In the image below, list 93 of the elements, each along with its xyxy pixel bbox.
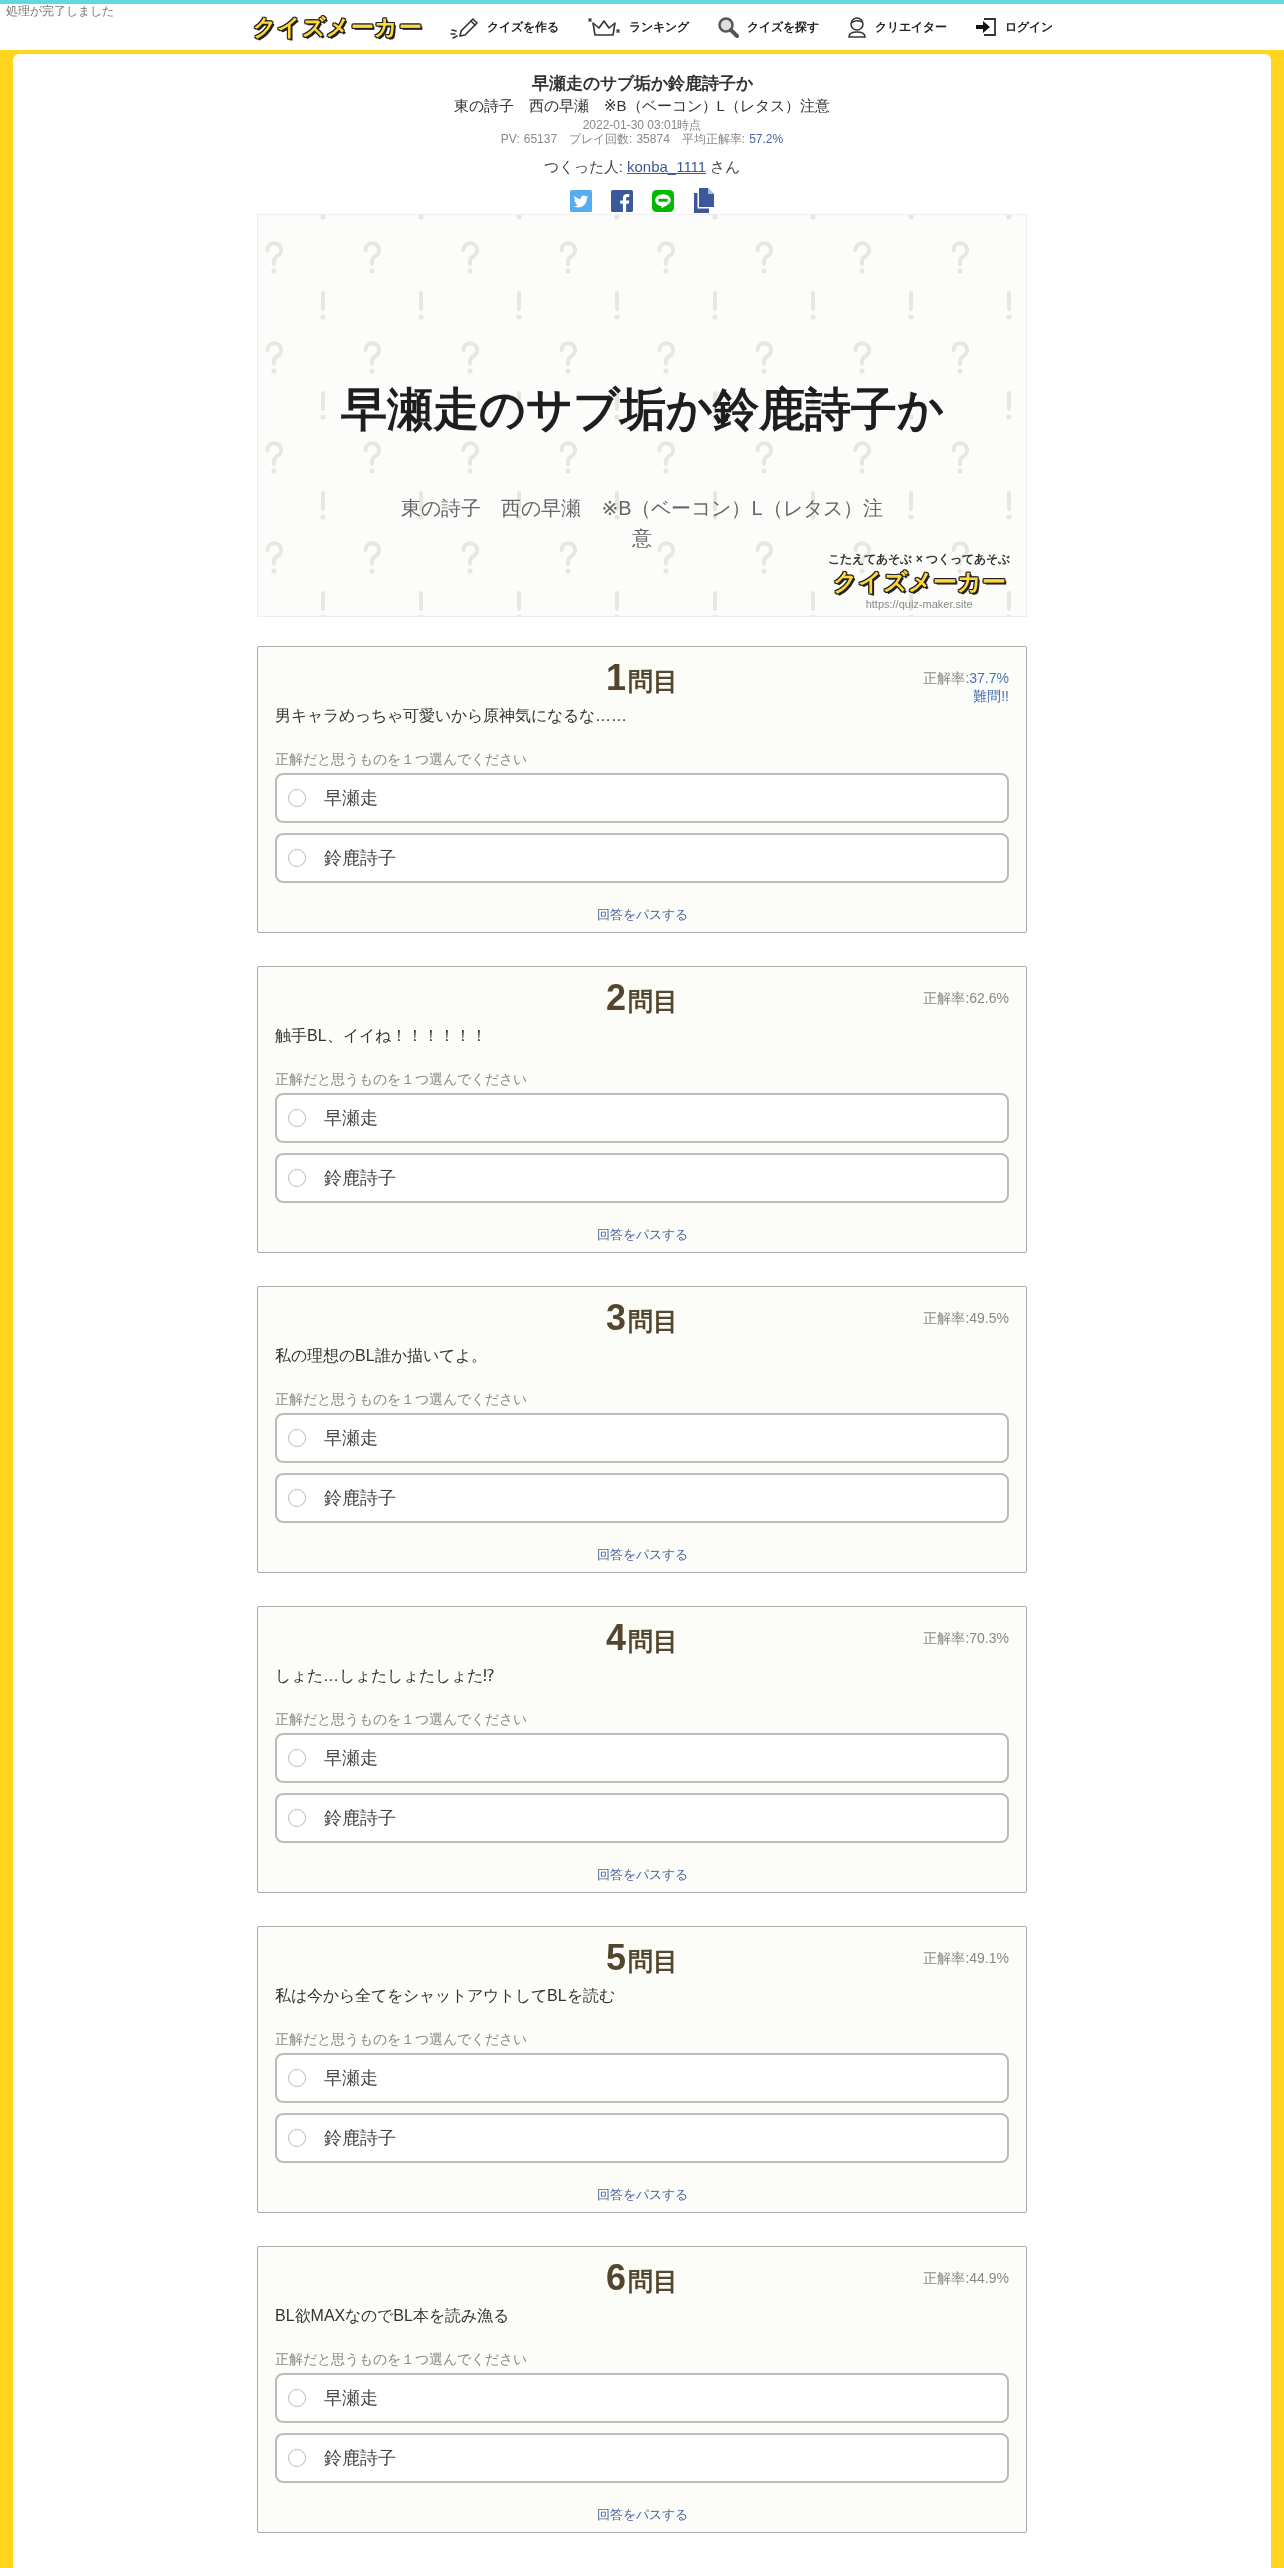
stat-label: PV: [500,132,520,147]
answer-option[interactable]: 鈴鹿詩子 [275,1473,1009,1523]
stat-label: プレイ回数: [569,132,633,147]
radio-button[interactable] [288,849,306,867]
copy-icon[interactable] [692,188,715,213]
person-icon [847,16,868,38]
banner-url: https://quiz-maker.site [865,598,973,611]
stat-value: 57.2% [749,132,784,147]
answer-option[interactable]: 早瀬走 [275,1413,1009,1463]
rate-value: 49.1% [969,1950,1009,1966]
skip-link[interactable]: 回答をパスする [596,1865,688,1885]
author-label: つくった人: [543,157,623,177]
rate-label: 正解率: [923,1950,970,1966]
radio-button[interactable] [288,1109,306,1127]
question-text: しょた…しょたしょたしょた⁉ [275,1666,496,1686]
login-icon [975,17,998,37]
instruction-text: 正解だと思うものを１つ選んでください [275,750,528,769]
question-text: 男キャラめっちゃ可愛いから原神気になるな…… [275,706,628,726]
answer-option[interactable]: 鈴鹿詩子 [275,1793,1009,1843]
answer-option[interactable]: 鈴鹿詩子 [275,2113,1009,2163]
pencil-icon [450,15,480,39]
rate-label: 正解率: [923,670,970,686]
skip-link[interactable]: 回答をパスする [596,2505,688,2525]
author-suffix: さん [710,157,741,177]
status-message: 処理が完了しました [6,4,114,19]
radio-button[interactable] [288,1809,306,1827]
radio-button[interactable] [288,2449,306,2467]
quiz-description: 東の詩子 西の早瀬 ※B（ベーコン）L（レタス）注意 [454,96,830,116]
question-number: 5問目 [606,1937,678,1979]
nav-link[interactable]: クリエイター [847,15,948,39]
bird-icon[interactable] [569,189,592,212]
nav-link[interactable]: クイズを探す [717,15,820,39]
rate-value: 62.6% [969,990,1009,1006]
radio-button[interactable] [288,1169,306,1187]
quiz-title: 早瀬走のサブ垢か鈴鹿詩子か [531,73,753,95]
crown-icon [587,16,622,38]
rate-value: 37.7% [969,670,1009,686]
chat-bubble-icon[interactable] [651,189,674,212]
rate-label: 正解率: [923,1630,970,1646]
answer-option[interactable]: 鈴鹿詩子 [275,2433,1009,2483]
radio-button[interactable] [288,1749,306,1767]
instruction-text: 正解だと思うものを１つ選んでください [275,2030,528,2049]
answer-option[interactable]: 鈴鹿詩子 [275,1153,1009,1203]
question-number: 1問目 [606,657,678,699]
skip-link[interactable]: 回答をパスする [596,1545,688,1565]
stat-value: 65137 [523,132,558,147]
difficulty-label: 難問!! [973,688,1009,704]
radio-button[interactable] [288,1429,306,1447]
radio-button[interactable] [288,2389,306,2407]
instruction-text: 正解だと思うものを１つ選んでください [275,1390,528,1409]
question-text: BL欲MAXなのでBL本を読み漁る [275,2306,510,2326]
nav-link[interactable]: ログイン [975,15,1054,39]
banner-logo: クイズメーカー [832,568,1006,596]
skip-link[interactable]: 回答をパスする [596,905,688,925]
question-number: 3問目 [606,1297,678,1339]
instruction-text: 正解だと思うものを１つ選んでください [275,2350,528,2369]
rate-label: 正解率: [923,1310,970,1326]
answer-option[interactable]: 早瀬走 [275,2053,1009,2103]
answer-option[interactable]: 早瀬走 [275,1733,1009,1783]
radio-button[interactable] [288,2069,306,2087]
rate-label: 正解率: [923,2270,970,2286]
question-number: 6問目 [606,2257,678,2299]
question-text: 私の理想のBL誰か描いてよ。 [275,1346,488,1366]
question-text: 私は今から全てをシャットアウトしてBLを読む [275,1986,616,2006]
nav-link[interactable]: ランキング [587,15,690,39]
instruction-text: 正解だと思うものを１つ選んでください [275,1710,528,1729]
stat-value: 35874 [636,132,670,147]
rate-label: 正解率: [923,990,970,1006]
banner-title: 早瀬走のサブ垢か鈴鹿詩子か [340,382,944,437]
answer-option[interactable]: 早瀬走 [275,1093,1009,1143]
answer-option[interactable]: 早瀬走 [275,773,1009,823]
nav-link[interactable]: クイズを作る [450,15,560,39]
timestamp: 2022-01-30 03:01時点 [582,118,702,132]
instruction-text: 正解だと思うものを１つ選んでください [275,1070,528,1089]
rate-value: 44.9% [969,2270,1009,2286]
rate-value: 49.5% [969,1310,1009,1326]
answer-option[interactable]: 鈴鹿詩子 [275,833,1009,883]
radio-button[interactable] [288,1489,306,1507]
banner-subtitle: 東の詩子 西の早瀬 ※B（ベーコン）L（レタス）注意 [400,496,884,551]
author-link[interactable]: konba_1111 [626,157,707,177]
answer-option[interactable]: 早瀬走 [275,2373,1009,2423]
question-number: 2問目 [606,977,678,1019]
radio-button[interactable] [288,789,306,807]
skip-link[interactable]: 回答をパスする [596,2185,688,2205]
question-text: 触手BL、イイね！！！！！！ [275,1026,488,1046]
banner-tagline: こたえてあそぶ × つくってあそぶ [828,553,1010,566]
skip-link[interactable]: 回答をパスする [596,1225,688,1245]
f-logo-icon[interactable] [610,189,633,212]
rate-value: 70.3% [969,1630,1009,1646]
search-icon [717,16,740,38]
radio-button[interactable] [288,2129,306,2147]
stat-label: 平均正解率: [681,132,746,147]
question-number: 4問目 [606,1617,678,1659]
